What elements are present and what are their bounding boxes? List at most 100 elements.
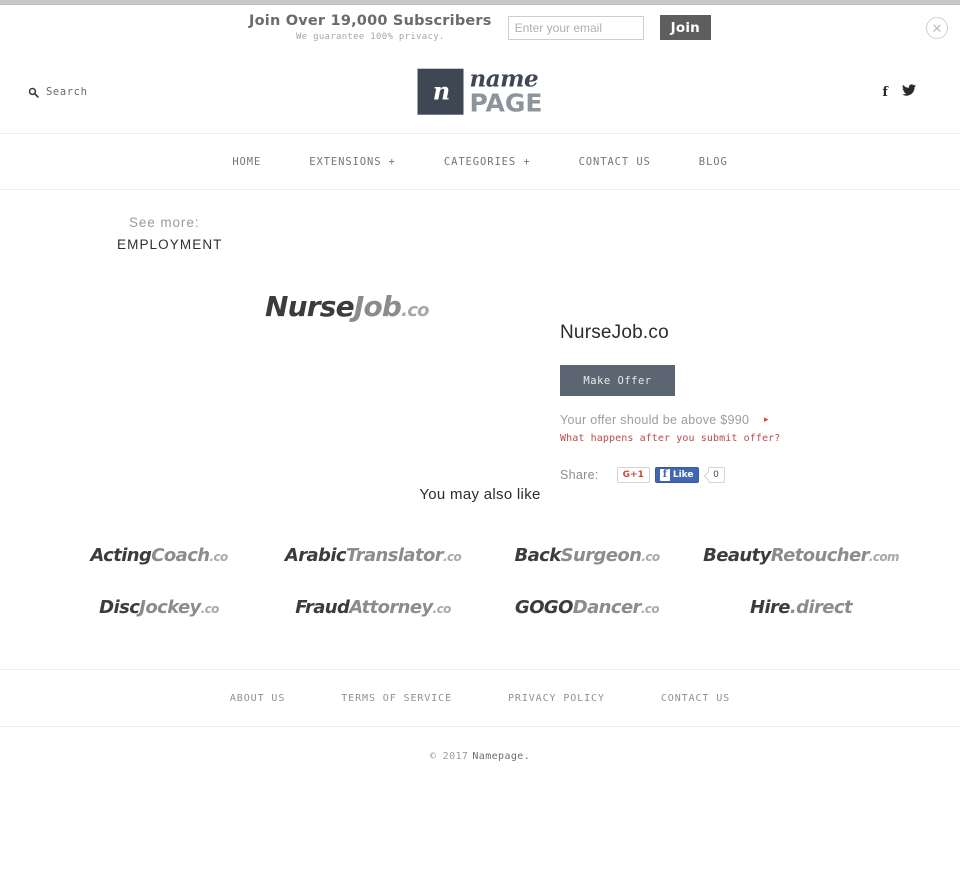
listing-domain-logo: NurseJob.co <box>265 290 429 323</box>
related-domain-logo: FraudAttorney.co <box>295 597 451 618</box>
nav-item-blog[interactable]: BLOG <box>675 156 752 168</box>
email-input[interactable] <box>507 15 644 40</box>
domain-part1: Fraud <box>295 596 350 618</box>
facebook-like-label: Like <box>672 470 694 481</box>
search-icon <box>28 87 39 98</box>
share-label: Share: <box>560 468 599 483</box>
domain-part1: Disc <box>99 596 140 618</box>
nav-item-home[interactable]: HOME <box>208 156 285 168</box>
domain-tld: .co <box>200 601 220 616</box>
related-domain-logo: Hire.direct <box>750 596 853 618</box>
related-item-discjockey[interactable]: DiscJockey.co <box>52 581 266 633</box>
facebook-like-count: 0 <box>707 467 725 484</box>
google-plus-button[interactable]: G+1 <box>616 467 650 484</box>
domain-part1: Back <box>514 544 562 566</box>
domain-tld: .co <box>640 601 660 616</box>
related-domain-logo: GOGODancer.co <box>515 596 660 618</box>
subscribe-title: Join Over 19,000 Subscribers <box>249 12 492 29</box>
domain-part1: GOGO <box>515 596 573 618</box>
join-button[interactable]: Join <box>659 15 711 41</box>
twitter-icon[interactable] <box>902 83 916 101</box>
page-root: Join Over 19,000 Subscribers We guarante… <box>0 0 960 896</box>
facebook-like-button[interactable]: f Like <box>654 467 699 484</box>
footer-link-privacy-policy[interactable]: PRIVACY POLICY <box>480 693 633 704</box>
related-grid: ActingCoach.co ArabicTranslator.co BackS… <box>0 529 960 633</box>
domain-part1: Beauty <box>703 544 771 566</box>
related-domain-logo: ActingCoach.co <box>90 544 229 566</box>
related-item-hiredirect[interactable]: Hire.direct <box>694 581 908 633</box>
make-offer-button[interactable]: Make Offer <box>560 365 675 396</box>
search-button[interactable]: Search <box>28 86 88 98</box>
domain-tld: .co <box>401 300 429 321</box>
nav-item-categories[interactable]: CATEGORIES + <box>420 156 555 168</box>
domain-part2: Coach <box>151 544 210 566</box>
logo-name-text: name <box>469 65 539 93</box>
offer-panel: NurseJob.co Make Offer Your offer should… <box>560 322 920 484</box>
related-domain-logo: ArabicTranslator.co <box>284 544 462 566</box>
related-item-arabictranslator[interactable]: ArabicTranslator.co <box>266 529 480 581</box>
domain-part2: Job <box>353 290 402 323</box>
domain-part2: Translator <box>345 544 444 566</box>
subscribe-banner-content: Join Over 19,000 Subscribers We guarante… <box>249 12 711 43</box>
site-header: Search n name PAGE f <box>0 51 960 134</box>
domain-tld: .com <box>868 549 900 564</box>
related-domain-logo: DiscJockey.co <box>99 597 219 618</box>
related-domain-logo: BeautyRetoucher.com <box>703 545 899 566</box>
footer-link-about-us[interactable]: ABOUT US <box>202 693 313 704</box>
footer-link-contact-us[interactable]: CONTACT US <box>633 693 758 704</box>
domain-part2: Attorney <box>349 596 433 618</box>
share-row: Share: G+1 f Like 0 <box>560 467 920 484</box>
copyright: © 2017 Namepage. <box>0 727 960 785</box>
see-more-label: See more: <box>129 215 200 230</box>
footer-nav: ABOUT US TERMS OF SERVICE PRIVACY POLICY… <box>0 670 960 726</box>
main-nav: HOME EXTENSIONS + CATEGORIES + CONTACT U… <box>0 134 960 190</box>
related-title: You may also like <box>419 486 541 503</box>
subscribe-text-block: Join Over 19,000 Subscribers We guarante… <box>249 12 492 43</box>
related-item-backsurgeon[interactable]: BackSurgeon.co <box>480 529 694 581</box>
offer-minimum-note: Your offer should be above $990 ▸ <box>560 412 770 429</box>
domain-tld: .co <box>209 549 229 564</box>
domain-part2: Surgeon <box>560 544 642 566</box>
arrow-right-icon: ▸ <box>764 414 769 424</box>
search-label: Search <box>46 86 88 98</box>
related-item-gogodancer[interactable]: GOGODancer.co <box>480 581 694 633</box>
share-buttons: G+1 f Like 0 <box>616 467 725 484</box>
subscribe-subtitle: We guarantee 100% privacy. <box>295 31 445 42</box>
related-domain-logo: BackSurgeon.co <box>514 544 661 566</box>
domain-part2: Jockey <box>139 596 201 618</box>
domain-tld: .co <box>432 601 452 616</box>
domain-part1: Nurse <box>265 290 355 323</box>
submit-offer-info-link[interactable]: What happens after you submit offer? <box>560 433 920 444</box>
copyright-brand: Namepage. <box>472 750 531 762</box>
related-item-fraudattorney[interactable]: FraudAttorney.co <box>266 581 480 633</box>
domain-part1: Arabic <box>284 544 347 566</box>
domain-part1: Hire <box>750 596 791 618</box>
domain-part2: Dancer <box>572 596 642 618</box>
domain-tld: .co <box>641 549 660 564</box>
logo-mark-letter: n <box>432 77 451 106</box>
related-item-actingcoach[interactable]: ActingCoach.co <box>52 529 266 581</box>
related-item-beautyretoucher[interactable]: BeautyRetoucher.com <box>694 529 908 581</box>
logo-wordmark: name PAGE <box>469 65 543 116</box>
copyright-year: © 2017 <box>429 750 469 762</box>
nav-item-extensions[interactable]: EXTENSIONS + <box>285 156 420 168</box>
listing-title: NurseJob.co <box>560 322 669 343</box>
footer-link-terms-of-service[interactable]: TERMS OF SERVICE <box>313 693 480 704</box>
domain-tld: .co <box>443 549 462 564</box>
domain-tld: .direct <box>789 596 853 618</box>
facebook-icon: f <box>659 469 670 482</box>
listing-hero: NurseJob.co NurseJob.co Make Offer Your … <box>0 252 960 484</box>
see-more-block: See more: EMPLOYMENT <box>0 215 960 252</box>
domain-part1: Acting <box>90 544 152 566</box>
offer-minimum-text: Your offer should be above $990 <box>560 413 750 427</box>
subscribe-banner: Join Over 19,000 Subscribers We guarante… <box>0 5 960 51</box>
social-links: f <box>882 83 916 101</box>
nav-item-contact-us[interactable]: CONTACT US <box>555 156 675 168</box>
related-section: You may also like ActingCoach.co ArabicT… <box>0 486 960 633</box>
logo-mark-icon: n <box>417 69 464 115</box>
see-more-category[interactable]: EMPLOYMENT <box>117 237 960 252</box>
site-logo[interactable]: n name PAGE <box>417 65 543 116</box>
facebook-icon[interactable]: f <box>882 86 888 99</box>
domain-part2: Retoucher <box>770 544 870 566</box>
close-icon[interactable]: ✕ <box>926 17 948 39</box>
